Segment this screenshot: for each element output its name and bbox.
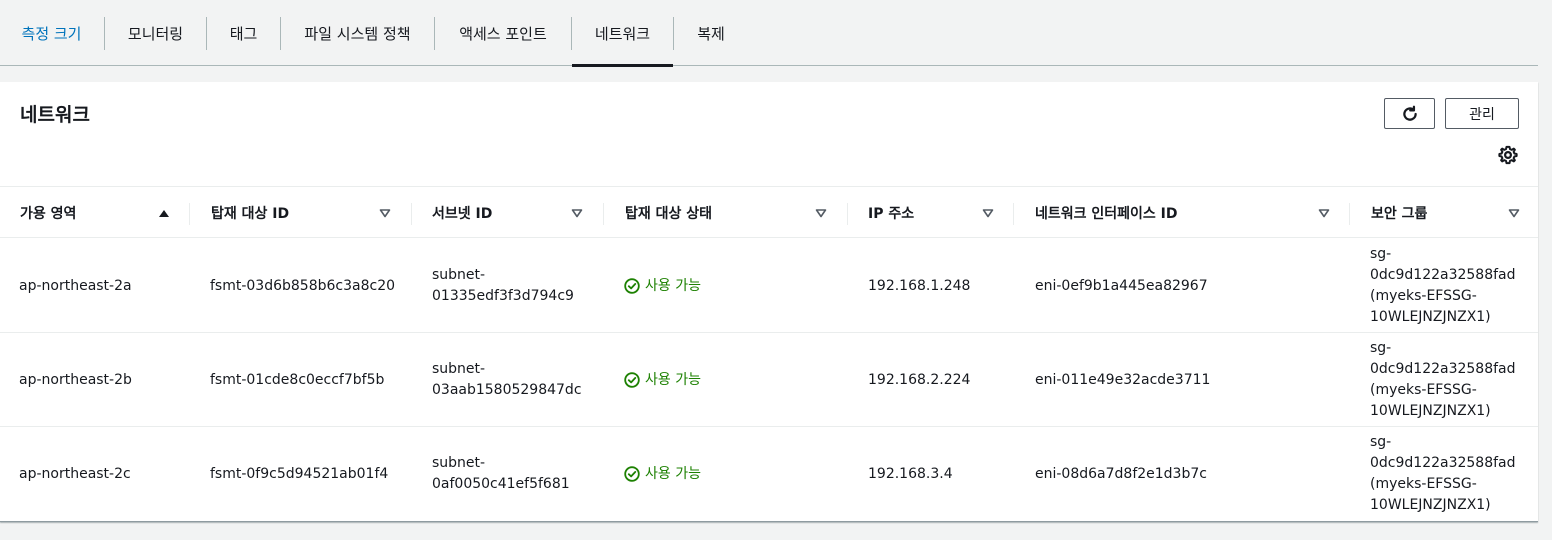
manage-button[interactable]: 관리 [1445, 98, 1519, 129]
cell-network-interface-id: eni-08d6a7d8f2e1d3b7c [1035, 465, 1207, 482]
cell-security-group-line: sg- [1370, 434, 1392, 450]
tab-access-points[interactable]: 액세스 포인트 [435, 0, 571, 66]
cell-security-group: sg- 0dc9d122a32588fad (myeks-EFSSG- 10WL… [1370, 239, 1516, 333]
cell-subnet-id-line: subnet- [432, 361, 486, 377]
tab-network[interactable]: 네트워크 [572, 0, 673, 67]
cell-subnet-id: subnet- 01335edf3f3d794c9 [432, 239, 574, 333]
column-divider [1349, 203, 1350, 225]
cell-subnet-id-line: 01335edf3f3d794c9 [432, 288, 574, 304]
check-circle-icon [624, 372, 640, 388]
cell-mount-target-id: fsmt-01cde8c0eccf7bf5b [210, 371, 385, 388]
cell-security-group-line: 0dc9d122a32588fad [1370, 361, 1516, 377]
cell-security-group-line: sg- [1370, 340, 1392, 356]
cell-subnet-id-line: subnet- [432, 455, 486, 471]
column-divider [411, 203, 412, 225]
column-divider [189, 203, 190, 225]
check-circle-icon [624, 466, 640, 482]
status-text: 사용 가능 [645, 277, 701, 294]
tab-monitoring[interactable]: 모니터링 [105, 0, 206, 66]
column-divider [847, 203, 848, 225]
column-divider [603, 203, 604, 225]
refresh-button[interactable] [1384, 98, 1435, 129]
cell-security-group-line: (myeks-EFSSG- [1370, 476, 1477, 492]
tab-replication[interactable]: 복제 [674, 0, 748, 66]
cell-security-group-line: sg- [1370, 246, 1392, 262]
caret-down-outline-icon[interactable] [571, 208, 583, 218]
cell-network-interface-id: eni-011e49e32acde3711 [1035, 371, 1211, 388]
column-header-ip-address[interactable]: IP 주소 [868, 188, 914, 238]
network-panel: 네트워크 관리 가용 영역 탑재 대상 ID 서브넷 ID 탑재 대상 상태 I… [0, 82, 1538, 522]
caret-down-outline-icon[interactable] [1508, 208, 1520, 218]
status-text: 사용 가능 [645, 465, 701, 482]
column-header-mount-target-id[interactable]: 탑재 대상 ID [211, 188, 289, 238]
caret-down-outline-icon[interactable] [815, 208, 827, 218]
tab-tags[interactable]: 태그 [207, 0, 280, 66]
cell-security-group-line: 10WLEJNZJNZX1) [1370, 403, 1491, 419]
cell-subnet-id: subnet- 0af0050c41ef5f681 [432, 427, 570, 521]
column-header-network-interface-id[interactable]: 네트워크 인터페이스 ID [1035, 188, 1178, 238]
column-header-availability-zone[interactable]: 가용 영역 [20, 188, 76, 238]
column-header-mount-target-state[interactable]: 탑재 대상 상태 [625, 188, 712, 238]
cell-security-group: sg- 0dc9d122a32588fad (myeks-EFSSG- 10WL… [1370, 333, 1516, 427]
column-divider [1013, 203, 1014, 225]
cell-mount-target-state: 사용 가능 [624, 239, 701, 333]
cell-subnet-id-line: 0af0050c41ef5f681 [432, 476, 570, 492]
table-row: ap-northeast-2c fsmt-0f9c5d94521ab01f4 s… [0, 427, 1538, 521]
cell-ip-address: 192.168.3.4 [868, 465, 953, 482]
cell-security-group-line: 0dc9d122a32588fad [1370, 455, 1516, 471]
cell-subnet-id-line: 03aab1580529847dc [432, 382, 582, 398]
column-header-security-group[interactable]: 보안 그룹 [1371, 188, 1427, 238]
cell-ip-address: 192.168.2.224 [868, 371, 971, 388]
panel-header: 네트워크 관리 [0, 82, 1538, 187]
table-header: 가용 영역 탑재 대상 ID 서브넷 ID 탑재 대상 상태 IP 주소 네트워… [0, 188, 1538, 238]
panel-title: 네트워크 [20, 104, 90, 126]
cell-availability-zone: ap-northeast-2c [19, 465, 131, 482]
cell-availability-zone: ap-northeast-2a [19, 277, 132, 294]
cell-security-group-line: 10WLEJNZJNZX1) [1370, 309, 1491, 325]
status-text: 사용 가능 [645, 371, 701, 388]
refresh-icon [1402, 105, 1417, 121]
caret-down-outline-icon[interactable] [379, 208, 391, 218]
caret-down-outline-icon[interactable] [1318, 208, 1330, 218]
tab-file-system-policy[interactable]: 파일 시스템 정책 [281, 0, 434, 66]
cell-security-group: sg- 0dc9d122a32588fad (myeks-EFSSG- 10WL… [1370, 427, 1516, 521]
cell-network-interface-id: eni-0ef9b1a445ea82967 [1035, 277, 1208, 294]
cell-availability-zone: ap-northeast-2b [19, 371, 132, 388]
cell-mount-target-state: 사용 가능 [624, 333, 701, 427]
caret-up-icon[interactable] [158, 208, 170, 218]
cell-mount-target-id: fsmt-03d6b858b6c3a8c20 [210, 277, 396, 294]
table-row: ap-northeast-2b fsmt-01cde8c0eccf7bf5b s… [0, 333, 1538, 427]
cell-subnet-id-line: subnet- [432, 267, 486, 283]
cell-security-group-line: 0dc9d122a32588fad [1370, 267, 1516, 283]
cell-security-group-line: (myeks-EFSSG- [1370, 288, 1477, 304]
gear-icon[interactable] [1498, 145, 1518, 165]
column-header-subnet-id[interactable]: 서브넷 ID [432, 188, 492, 238]
cell-security-group-line: (myeks-EFSSG- [1370, 382, 1477, 398]
check-circle-icon [624, 278, 640, 294]
tab-bar: 측정 크기 모니터링 태그 파일 시스템 정책 액세스 포인트 네트워크 복제 [0, 0, 1538, 67]
tab-metering[interactable]: 측정 크기 [0, 0, 103, 66]
table-row: ap-northeast-2a fsmt-03d6b858b6c3a8c20 s… [0, 239, 1538, 333]
cell-mount-target-state: 사용 가능 [624, 427, 701, 521]
cell-ip-address: 192.168.1.248 [868, 277, 971, 294]
cell-security-group-line: 10WLEJNZJNZX1) [1370, 497, 1491, 513]
cell-mount-target-id: fsmt-0f9c5d94521ab01f4 [210, 465, 389, 482]
cell-subnet-id: subnet- 03aab1580529847dc [432, 333, 582, 427]
caret-down-outline-icon[interactable] [982, 208, 994, 218]
